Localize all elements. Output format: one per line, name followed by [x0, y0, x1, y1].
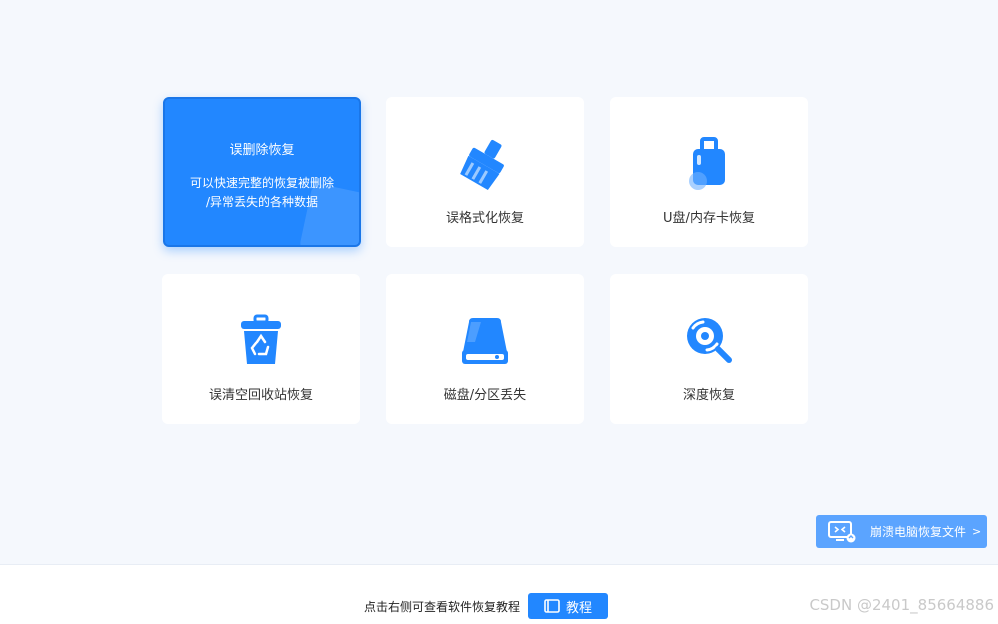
recycle-bin-icon — [233, 312, 289, 368]
card-title: 误删除恢复 — [229, 143, 295, 158]
book-icon — [544, 599, 560, 613]
card-format-recovery[interactable]: 误格式化恢复 — [386, 97, 584, 247]
card-label: 误格式化恢复 — [445, 211, 524, 226]
usb-drive-icon — [681, 135, 737, 191]
deep-scan-icon — [681, 312, 737, 368]
card-deep-recovery[interactable]: 深度恢复 — [610, 274, 808, 424]
footer-bar: 点击右侧可查看软件恢复教程 教程 — [0, 564, 998, 624]
hard-disk-icon — [457, 312, 513, 368]
card-usb-recovery[interactable]: U盘/内存卡恢复 — [610, 97, 808, 247]
crash-computer-recovery-button[interactable]: 崩溃电脑恢复文件 > — [816, 515, 987, 548]
tutorial-button-label: 教程 — [565, 600, 592, 616]
crash-button-label: 崩溃电脑恢复文件 — [870, 525, 967, 539]
card-label: 磁盘/分区丢失 — [443, 388, 527, 403]
card-disk-partition-recovery[interactable]: 磁盘/分区丢失 — [386, 274, 584, 424]
chevron-right-icon: > — [972, 525, 982, 538]
monitor-icon — [828, 520, 856, 542]
tutorial-hint: 点击右侧可查看软件恢复教程 — [364, 600, 521, 614]
main-panel: 误删除恢复 可以快速完整的恢复被删除 /异常丢失的各种数据 误格式化恢复 U盘/… — [0, 0, 998, 564]
csdn-watermark: CSDN @2401_85664886 — [809, 596, 994, 614]
broom-icon — [457, 135, 513, 191]
card-label: 误清空回收站恢复 — [208, 388, 313, 403]
card-recycle-bin-recovery[interactable]: 误清空回收站恢复 — [162, 274, 360, 424]
card-label: 深度恢复 — [682, 388, 735, 403]
card-label: U盘/内存卡恢复 — [663, 211, 755, 226]
card-deleted-recovery[interactable]: 误删除恢复 可以快速完整的恢复被删除 /异常丢失的各种数据 — [163, 97, 361, 247]
tutorial-button[interactable]: 教程 — [528, 593, 608, 619]
